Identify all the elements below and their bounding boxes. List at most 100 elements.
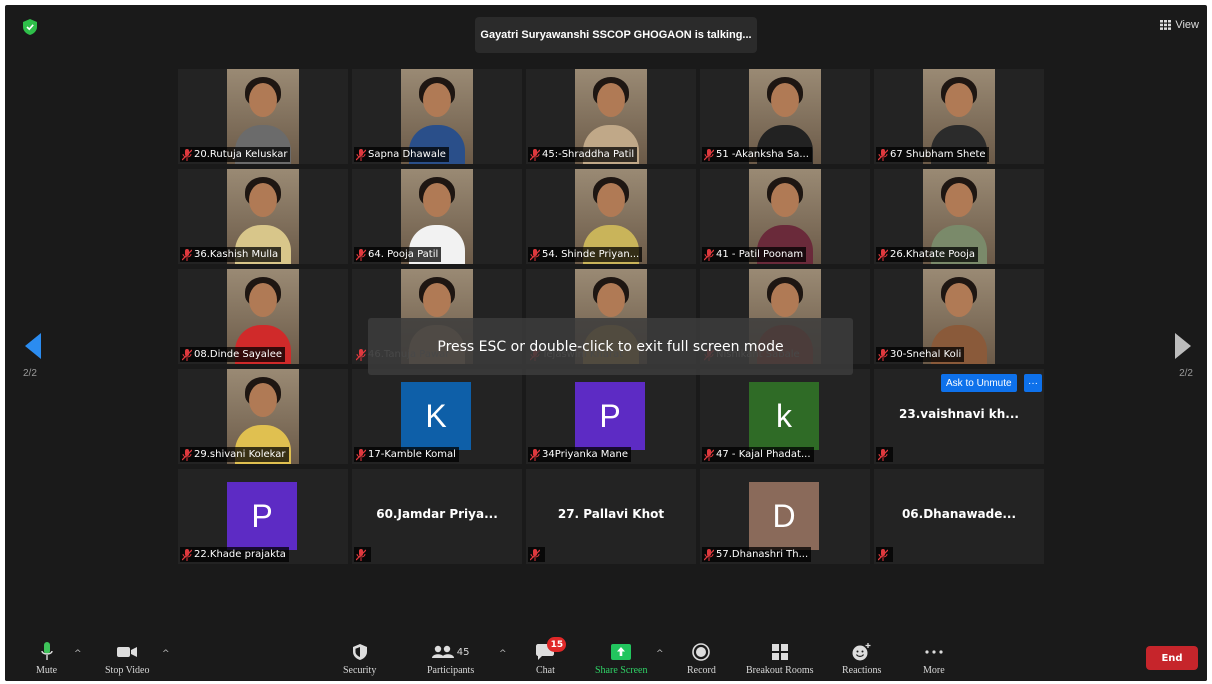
security-button[interactable]: Security <box>343 641 376 676</box>
meeting-window: Gayatri Suryawanshi SSCOP GHOGAON is tal… <box>5 5 1207 681</box>
participant-tile[interactable]: P 22.Khade prajakta <box>178 469 348 564</box>
muted-microphone-icon <box>878 448 888 461</box>
participant-name-tag: 30-Snehal Koli <box>876 347 965 362</box>
breakout-rooms-label: Breakout Rooms <box>746 665 814 676</box>
ask-to-unmute-button[interactable]: Ask to Unmute <box>941 374 1017 392</box>
muted-microphone-icon <box>530 148 540 161</box>
stop-video-label: Stop Video <box>105 665 150 676</box>
meeting-toolbar: Mute ^ Stop Video ^ Security 45 Particip… <box>5 635 1207 681</box>
participants-options-caret-icon[interactable]: ^ <box>499 649 507 659</box>
participant-tile[interactable]: D 57.Dhanashri Th... <box>700 469 870 564</box>
participant-tile[interactable]: 06.Dhanawade... <box>874 469 1044 564</box>
participant-tile[interactable]: 08.Dinde Sayalee <box>178 269 348 364</box>
muted-microphone-icon <box>182 248 192 261</box>
record-button[interactable]: Record <box>687 641 716 676</box>
more-label: More <box>923 665 945 676</box>
chat-unread-badge: 15 <box>547 637 567 652</box>
participant-tile[interactable]: 36.Kashish Mulla <box>178 169 348 264</box>
participant-name: 41 - Patil Poonam <box>716 249 804 260</box>
chat-label: Chat <box>536 665 555 676</box>
previous-page-arrow-icon[interactable] <box>25 333 41 359</box>
participant-tile[interactable]: 26.Khatate Pooja <box>874 169 1044 264</box>
muted-microphone-icon <box>356 248 366 261</box>
more-dots-icon <box>925 650 943 654</box>
muted-microphone-icon <box>878 248 888 261</box>
chat-button[interactable]: 15 Chat <box>536 637 567 676</box>
share-screen-button[interactable]: Share Screen <box>595 641 647 676</box>
participant-name: Sapna Dhawale <box>368 149 446 160</box>
encryption-shield-icon[interactable] <box>23 19 37 35</box>
muted-microphone-icon <box>704 248 714 261</box>
participant-name-tag: 26.Khatate Pooja <box>876 247 979 262</box>
participant-name-tag: 41 - Patil Poonam <box>702 247 807 262</box>
participant-name: 29.shivani Kolekar <box>194 449 286 460</box>
participant-name: 57.Dhanashri Th... <box>716 549 809 560</box>
participant-tile[interactable]: 30-Snehal Koli <box>874 269 1044 364</box>
participant-tile[interactable]: P 34Priyanka Mane <box>526 369 696 464</box>
participant-tile[interactable]: 29.shivani Kolekar <box>178 369 348 464</box>
participant-name: 34Priyanka Mane <box>542 449 629 460</box>
stop-video-button[interactable]: Stop Video <box>105 641 150 676</box>
participant-tile[interactable]: 41 - Patil Poonam <box>700 169 870 264</box>
smiley-reaction-icon <box>852 643 871 661</box>
participant-name-tag <box>876 447 893 462</box>
participant-tile[interactable]: 54. Shinde Priyan... <box>526 169 696 264</box>
muted-microphone-icon <box>182 148 192 161</box>
participant-name: 64. Pooja Patil <box>368 249 439 260</box>
muted-microphone-icon <box>182 448 192 461</box>
participant-name: 08.Dinde Sayalee <box>194 349 283 360</box>
participant-name-tag: 29.shivani Kolekar <box>180 447 289 462</box>
participant-tile[interactable]: 67 Shubham Shete <box>874 69 1044 164</box>
participant-name-tag: 08.Dinde Sayalee <box>180 347 286 362</box>
participant-name-tag: Sapna Dhawale <box>354 147 449 162</box>
participant-tile[interactable]: 27. Pallavi Khot <box>526 469 696 564</box>
page-indicator-right: 2/2 <box>1179 368 1193 379</box>
next-page-arrow-icon[interactable] <box>1175 333 1191 359</box>
participant-tile[interactable]: 20.Rutuja Keluskar <box>178 69 348 164</box>
participant-name-tag: 17-Kamble Komal <box>354 447 459 462</box>
end-meeting-button[interactable]: End <box>1146 646 1198 670</box>
more-button[interactable]: More <box>923 641 945 676</box>
muted-microphone-icon <box>878 548 888 561</box>
reactions-button[interactable]: Reactions <box>842 641 881 676</box>
breakout-rooms-button[interactable]: Breakout Rooms <box>746 641 814 676</box>
participants-button[interactable]: 45 Participants <box>427 641 474 676</box>
participant-display-name: 27. Pallavi Khot <box>557 507 665 521</box>
participants-count: 45 <box>456 646 470 658</box>
participant-display-name: 06.Dhanawade... <box>901 507 1017 521</box>
record-icon <box>692 643 711 661</box>
participants-icon <box>431 645 454 658</box>
participant-tile[interactable]: 45:-Shraddha Patil <box>526 69 696 164</box>
video-camera-icon <box>117 647 138 657</box>
participant-name-tag: 51 -Akanksha Sa... <box>702 147 812 162</box>
mute-button[interactable]: Mute <box>36 641 57 676</box>
share-options-caret-icon[interactable]: ^ <box>656 649 664 659</box>
view-label: View <box>1175 19 1199 31</box>
participant-name-tag <box>528 547 545 562</box>
participant-name: 36.Kashish Mulla <box>194 249 279 260</box>
participant-tile[interactable]: 51 -Akanksha Sa... <box>700 69 870 164</box>
participant-name: 26.Khatate Pooja <box>890 249 976 260</box>
microphone-icon <box>40 642 53 660</box>
reactions-label: Reactions <box>842 665 882 676</box>
participant-tile[interactable]: k 47 - Kajal Phadat... <box>700 369 870 464</box>
view-button[interactable]: View <box>1160 19 1199 31</box>
audio-options-caret-icon[interactable]: ^ <box>74 649 82 659</box>
muted-microphone-icon <box>878 148 888 161</box>
muted-microphone-icon <box>182 548 192 561</box>
participant-name-tag: 45:-Shraddha Patil <box>528 147 638 162</box>
video-options-caret-icon[interactable]: ^ <box>162 649 170 659</box>
participant-name: 67 Shubham Shete <box>890 149 986 160</box>
participant-name: 45:-Shraddha Patil <box>542 149 635 160</box>
muted-microphone-icon <box>182 348 192 361</box>
participant-more-options-button[interactable]: ··· <box>1024 374 1042 392</box>
participant-avatar: D <box>749 482 819 550</box>
participant-tile[interactable]: Sapna Dhawale <box>352 69 522 164</box>
participant-tile[interactable]: 64. Pooja Patil <box>352 169 522 264</box>
participant-avatar: K <box>401 382 471 450</box>
participant-tile[interactable]: K 17-Kamble Komal <box>352 369 522 464</box>
fullscreen-exit-toast: Press ESC or double-click to exit full s… <box>368 318 853 375</box>
participant-tile[interactable]: 60.Jamdar Priya... <box>352 469 522 564</box>
participant-avatar: k <box>749 382 819 450</box>
muted-microphone-icon <box>530 448 540 461</box>
